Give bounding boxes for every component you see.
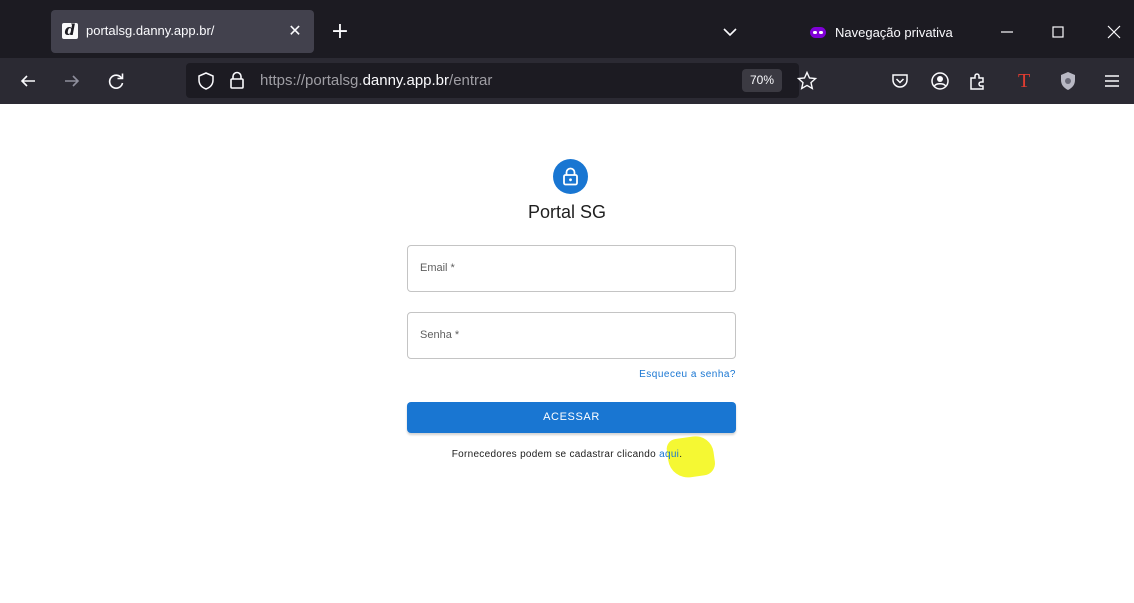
- private-browsing-label: Navegação privativa: [835, 25, 953, 40]
- ublock-icon[interactable]: [1057, 70, 1079, 92]
- star-icon[interactable]: [796, 70, 818, 92]
- account-icon[interactable]: [929, 70, 951, 92]
- lock-open-icon: [563, 167, 578, 186]
- login-page: Portal SG Email * Senha * Esqueceu a sen…: [0, 104, 1134, 603]
- zoom-level-button[interactable]: 70%: [742, 69, 782, 92]
- url-text[interactable]: https://portalsg.danny.app.br/entrar: [260, 72, 492, 89]
- signup-suffix: .: [679, 449, 683, 460]
- lock-icon[interactable]: [227, 70, 247, 90]
- pocket-icon[interactable]: [889, 70, 911, 92]
- address-bar[interactable]: https://portalsg.danny.app.br/entrar 70%: [186, 63, 799, 98]
- password-label: Senha *: [420, 329, 460, 341]
- reload-icon[interactable]: [105, 70, 127, 92]
- login-avatar: [553, 159, 588, 194]
- new-tab-button[interactable]: +: [329, 21, 351, 43]
- private-browsing-icon: [810, 27, 826, 38]
- close-window-icon[interactable]: [1102, 20, 1126, 44]
- translate-icon[interactable]: T: [1018, 68, 1032, 94]
- email-field[interactable]: Email *: [407, 245, 736, 292]
- signup-prefix: Fornecedores podem se cadastrar clicando: [451, 449, 660, 460]
- supplier-signup-text: Fornecedores podem se cadastrar clicando…: [0, 449, 1134, 460]
- chevron-down-icon[interactable]: [720, 22, 740, 42]
- url-path: /entrar: [449, 72, 493, 89]
- page-title: Portal SG: [527, 202, 607, 222]
- tab-bar: d portalsg.danny.app.br/ ✕ + Navegação p…: [0, 0, 1134, 58]
- url-host: danny.app.br: [362, 72, 450, 89]
- forgot-password-link[interactable]: Esqueceu a senha?: [639, 369, 736, 380]
- tab-title: portalsg.danny.app.br/: [86, 23, 215, 38]
- menu-icon[interactable]: [1101, 70, 1123, 92]
- email-label: Email *: [420, 262, 455, 274]
- extensions-icon[interactable]: [967, 70, 989, 92]
- close-tab-icon[interactable]: ✕: [285, 21, 305, 41]
- navigation-bar: https://portalsg.danny.app.br/entrar 70%…: [0, 58, 1134, 104]
- signup-link[interactable]: aqui: [659, 449, 679, 460]
- forward-icon[interactable]: [61, 70, 83, 92]
- login-button[interactable]: ACESSAR: [407, 402, 736, 433]
- browser-tab[interactable]: d portalsg.danny.app.br/ ✕: [51, 10, 314, 53]
- url-prefix: https://portalsg.: [260, 72, 363, 89]
- password-field[interactable]: Senha *: [407, 312, 736, 359]
- shield-icon[interactable]: [196, 71, 216, 91]
- minimize-icon[interactable]: [995, 20, 1019, 44]
- site-favicon: d: [62, 23, 78, 39]
- maximize-icon[interactable]: [1046, 20, 1070, 44]
- back-icon[interactable]: [17, 70, 39, 92]
